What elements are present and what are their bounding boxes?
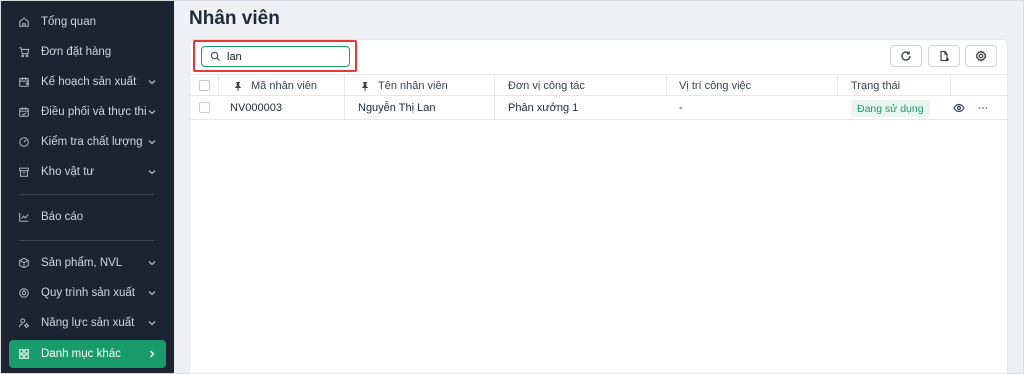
column-header-status[interactable]: Trạng thái	[851, 75, 900, 96]
sidebar-item-label: Điều phối và thực thi	[41, 106, 147, 118]
sidebar-item-other-categories[interactable]: Danh mục khác	[9, 340, 166, 368]
sidebar-item-process[interactable]: Quy trình sản xuất	[9, 279, 166, 307]
status-badge: Đang sử dụng	[851, 100, 930, 117]
search-box[interactable]	[201, 46, 350, 67]
sidebar-divider	[19, 240, 154, 241]
search-input[interactable]	[227, 50, 347, 63]
chevron-down-icon	[146, 136, 158, 148]
sidebar-item-label: Kiểm tra chất lượng	[41, 136, 143, 148]
sidebar: Tổng quan Đơn đặt hàng Kế hoạch sản xuất…	[1, 1, 174, 373]
column-divider	[837, 74, 838, 96]
chevron-down-icon	[146, 76, 158, 88]
sidebar-item-reports[interactable]: Báo cáo	[9, 203, 166, 231]
chevron-down-icon	[146, 257, 158, 269]
people-gear-icon	[17, 316, 31, 330]
column-header-label: Trạng thái	[851, 79, 901, 92]
home-icon	[17, 15, 31, 29]
view-eye-icon[interactable]	[953, 102, 965, 114]
cell-position: -	[679, 101, 683, 114]
column-divider	[344, 74, 345, 96]
column-divider	[218, 74, 219, 96]
more-options-icon[interactable]	[977, 102, 989, 114]
sidebar-item-overview[interactable]: Tổng quan	[9, 8, 166, 36]
refresh-icon	[901, 51, 911, 61]
chevron-down-icon	[146, 287, 158, 299]
sidebar-item-label: Kế hoạch sản xuất	[41, 76, 137, 88]
export-file-icon	[940, 50, 949, 62]
export-button[interactable]	[928, 45, 960, 67]
column-header-label: Tên nhân viên	[378, 79, 448, 92]
sidebar-item-label: Sản phẩm, NVL	[41, 257, 123, 269]
column-header-label: Mã nhân viên	[251, 79, 318, 92]
column-divider	[344, 96, 345, 119]
chevron-down-icon	[146, 317, 158, 329]
sidebar-item-quality[interactable]: Kiểm tra chất lượng	[9, 128, 166, 156]
column-divider	[666, 74, 667, 96]
column-header-code[interactable]: Mã nhân viên	[233, 75, 317, 96]
column-divider	[950, 74, 951, 96]
sidebar-divider	[19, 194, 154, 195]
sidebar-item-warehouse[interactable]: Kho vật tư	[9, 158, 166, 186]
cell-code: NV000003	[230, 101, 282, 114]
process-icon	[17, 286, 31, 300]
column-header-unit[interactable]: Đơn vị công tác	[508, 75, 585, 96]
column-header-name[interactable]: Tên nhân viên	[360, 75, 448, 96]
sidebar-item-capacity[interactable]: Năng lực sản xuất	[9, 309, 166, 337]
settings-icon	[975, 50, 987, 62]
refresh-button[interactable]	[890, 45, 922, 67]
column-header-label: Đơn vị công tác	[508, 79, 585, 92]
column-divider	[494, 96, 495, 119]
pin-icon[interactable]	[360, 81, 370, 91]
sidebar-item-production-plan[interactable]: Kế hoạch sản xuất	[9, 68, 166, 96]
cube-icon	[17, 256, 31, 270]
column-header-label: Vị trí công việc	[679, 79, 752, 92]
sidebar-item-orders[interactable]: Đơn đặt hàng	[9, 38, 166, 66]
chevron-down-icon	[146, 106, 158, 118]
cell-name: Nguyễn Thị Lan	[358, 101, 436, 114]
sidebar-item-label: Danh mục khác	[41, 348, 121, 360]
calendar-plus-icon	[17, 75, 31, 89]
table-row[interactable]: NV000003 Nguyễn Thị Lan Phân xưởng 1 - Đ…	[190, 96, 1007, 120]
chevron-right-icon	[146, 348, 158, 360]
calendar-check-icon	[17, 105, 31, 119]
table-header: Mã nhân viên Tên nhân viên Đơn vị công t…	[190, 74, 1007, 96]
cart-icon	[17, 45, 31, 59]
settings-button[interactable]	[965, 45, 997, 67]
sidebar-item-label: Quy trình sản xuất	[41, 287, 135, 299]
page-title: Nhân viên	[189, 8, 280, 29]
chevron-down-icon	[146, 166, 158, 178]
sidebar-item-label: Kho vật tư	[41, 166, 95, 178]
column-header-position[interactable]: Vị trí công việc	[679, 75, 751, 96]
chart-icon	[17, 210, 31, 224]
sidebar-item-label: Báo cáo	[41, 211, 84, 223]
select-all-checkbox[interactable]	[199, 80, 210, 91]
column-divider	[494, 74, 495, 96]
search-icon	[210, 51, 221, 62]
sidebar-item-label: Tổng quan	[41, 16, 96, 28]
sidebar-item-products[interactable]: Sản phẩm, NVL	[9, 249, 166, 277]
gauge-icon	[17, 135, 31, 149]
grid-icon	[17, 347, 31, 361]
row-checkbox[interactable]	[199, 102, 210, 113]
sidebar-item-dispatch[interactable]: Điều phối và thực thi	[9, 98, 166, 126]
pin-icon[interactable]	[233, 81, 243, 91]
box-icon	[17, 165, 31, 179]
cell-unit: Phân xưởng 1	[508, 101, 579, 114]
sidebar-item-label: Năng lực sản xuất	[41, 317, 135, 329]
sidebar-item-label: Đơn đặt hàng	[41, 46, 112, 58]
